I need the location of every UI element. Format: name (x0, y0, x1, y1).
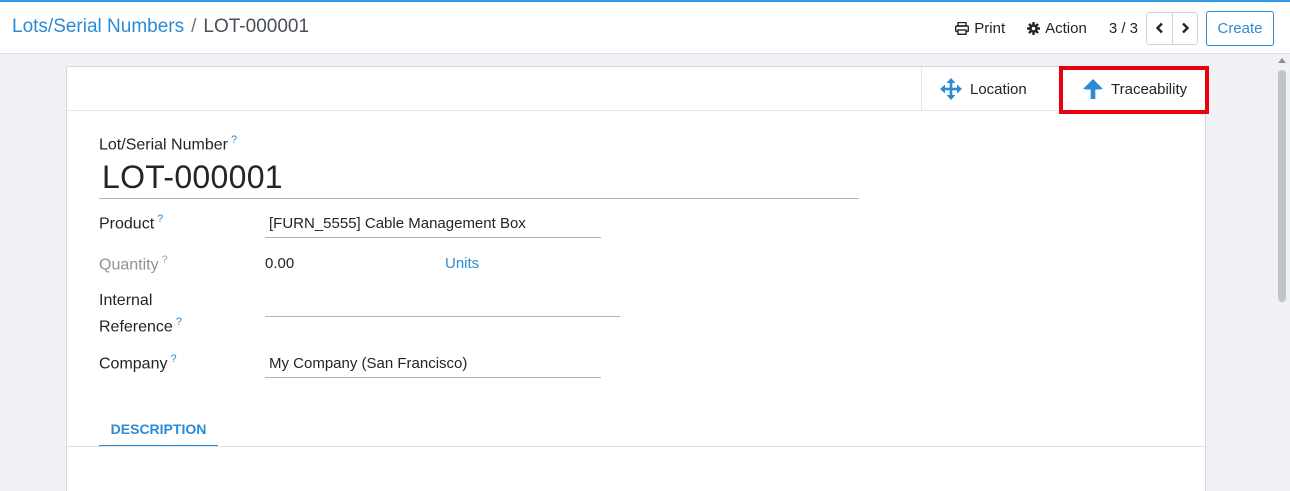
breadcrumb-current: LOT-000001 (203, 16, 310, 37)
product-field[interactable]: [FURN_5555] Cable Management Box (269, 215, 526, 232)
scroll-up-arrow-icon[interactable] (1278, 58, 1286, 63)
gear-icon (1027, 21, 1041, 35)
quantity-unit-link[interactable]: Units (445, 255, 479, 272)
help-tooltip-icon[interactable]: ? (157, 213, 163, 225)
pager-previous-button[interactable] (1147, 13, 1172, 44)
company-label: Company? (99, 353, 177, 373)
internal-reference-label: Reference? (99, 316, 182, 336)
traceability-label: Traceability (1111, 80, 1188, 98)
pager-value[interactable]: 3 / 3 (1109, 20, 1138, 37)
lot-serial-number-label: Lot/Serial Number? (99, 134, 238, 154)
vertical-scrollbar[interactable] (1274, 54, 1290, 491)
lot-name-field[interactable]: LOT-000001 (102, 159, 283, 196)
quantity-label: Quantity? (99, 254, 168, 274)
scrollbar-thumb[interactable] (1278, 70, 1286, 302)
breadcrumb-separator: / (191, 16, 197, 37)
pager-next-button[interactable] (1172, 12, 1197, 44)
product-label: Product? (99, 213, 164, 233)
smart-button-box: Location Traceability (67, 66, 1209, 114)
internal-reference-label-line1: Internal (99, 292, 153, 309)
lot-name-underline (99, 198, 859, 199)
create-button[interactable]: Create (1206, 10, 1274, 46)
print-icon (955, 21, 970, 35)
print-label: Print (974, 19, 1006, 37)
quantity-value: 0.00 (265, 255, 295, 272)
internal-reference-field[interactable] (269, 295, 619, 315)
location-button[interactable]: Location (921, 67, 1060, 111)
arrows-move-icon (940, 78, 962, 100)
action-button[interactable]: Action (1027, 20, 1087, 37)
action-label: Action (1045, 19, 1087, 37)
form-sheet: Location Traceability Lot/Serial Number?… (66, 66, 1209, 491)
control-panel: Lots/Serial Numbers / LOT-000001 Print A… (0, 2, 1290, 54)
product-field-underline (265, 237, 601, 238)
internal-reference-underline (265, 316, 620, 317)
help-tooltip-icon[interactable]: ? (176, 316, 182, 328)
arrow-up-icon (1083, 79, 1103, 99)
help-tooltip-icon[interactable]: ? (162, 254, 168, 266)
breadcrumb: Lots/Serial Numbers / LOT-000001 (12, 16, 309, 38)
print-button[interactable]: Print (955, 20, 1005, 37)
control-panel-actions: Print Action 3 / 3 Create (955, 10, 1274, 46)
chevron-right-icon (1181, 22, 1189, 34)
help-tooltip-icon[interactable]: ? (170, 353, 176, 365)
breadcrumb-parent-link[interactable]: Lots/Serial Numbers (12, 16, 184, 37)
tabs-divider (67, 446, 1205, 447)
company-field[interactable]: My Company (San Francisco) (269, 355, 467, 372)
pager-navigation (1146, 11, 1198, 45)
chevron-left-icon (1155, 22, 1163, 34)
location-label: Location (970, 80, 1027, 98)
help-tooltip-icon[interactable]: ? (231, 134, 237, 146)
traceability-button[interactable]: Traceability (1060, 67, 1207, 111)
tab-description[interactable]: DESCRIPTION (99, 412, 218, 447)
company-field-underline (265, 377, 601, 378)
